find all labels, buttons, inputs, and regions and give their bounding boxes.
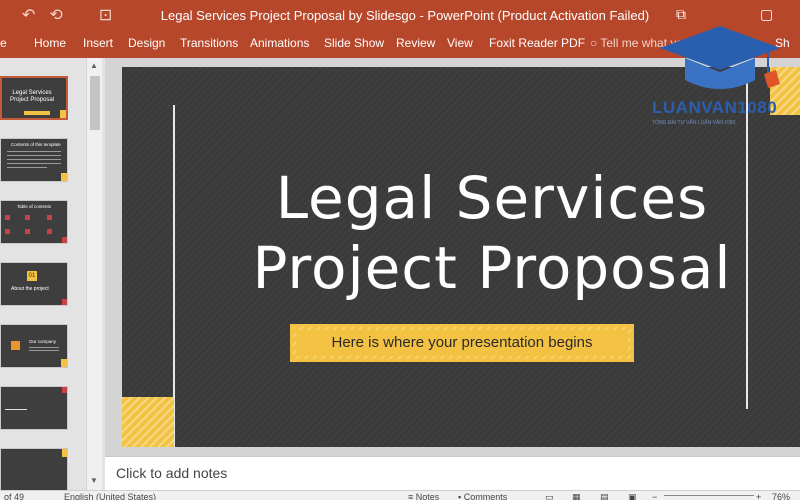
slide-title[interactable]: Legal Services Project Proposal <box>182 163 800 303</box>
slide-thumbnail-4[interactable]: 01 About the project <box>0 262 68 306</box>
reading-view-icon[interactable]: ▤ <box>600 492 609 500</box>
thumbnail-badge: 01 <box>27 271 37 281</box>
powerpoint-window: ↶ ⟲ ⊡ Legal Services Project Proposal by… <box>0 0 800 500</box>
thumbnail-text-line <box>7 167 47 168</box>
thumbnail-text-line <box>7 151 61 152</box>
scroll-up-icon[interactable]: ▲ <box>90 61 98 70</box>
thumbnail-marker <box>5 215 10 220</box>
slide-thumbnail-6[interactable] <box>0 386 68 430</box>
thumbnail-accent <box>62 387 67 393</box>
tab-view[interactable]: View <box>447 36 473 50</box>
slideshow-view-icon[interactable]: ▣ <box>628 492 637 500</box>
thumbnail-marker <box>47 215 52 220</box>
thumbnail-title: Legal Services Project Proposal <box>9 90 55 103</box>
zoom-out-icon[interactable]: − <box>652 492 657 500</box>
normal-view-icon[interactable]: ▭ <box>545 492 554 500</box>
thumbnail-title: Our company <box>29 339 57 344</box>
comments-toggle[interactable]: ▪ Comments <box>458 492 507 500</box>
tab-slide-show[interactable]: Slide Show <box>324 36 384 50</box>
tab-home[interactable]: Home <box>34 36 66 50</box>
thumbnail-accent <box>62 449 67 457</box>
thumbnail-text-line <box>29 347 59 348</box>
slide-thumbnail-1[interactable]: Legal Services Project Proposal <box>0 76 68 120</box>
tab-foxit-reader-pdf[interactable]: Foxit Reader PDF <box>489 36 585 50</box>
zoom-level[interactable]: 76% <box>772 492 790 500</box>
slide-thumbnail-5[interactable]: Our company <box>0 324 68 368</box>
thumbnail-text-line <box>7 159 61 160</box>
thumbnail-title: Table of contents <box>17 204 52 209</box>
thumbnail-accent <box>61 173 67 181</box>
thumbnail-accent <box>60 110 66 118</box>
lightbulb-icon: ○ <box>590 36 601 50</box>
watermark-brand: LUANVAN1080 <box>652 98 778 117</box>
slide-subtitle: Here is where your presentation begins <box>296 330 628 356</box>
zoom-in-icon[interactable]: + <box>756 492 761 500</box>
slide-corner-accent-bottom-left <box>122 397 174 447</box>
thumbnail-accent <box>62 237 67 243</box>
thumbnail-title: Contents of this template <box>11 142 61 147</box>
notes-toggle[interactable]: ≡ Notes <box>408 492 439 500</box>
thumbnail-marker <box>5 229 10 234</box>
thumbnail-text-line <box>5 409 27 410</box>
watermark-logo: LUANVAN1080 TỔNG ĐÀI TƯ VẤN LUẬN VĂN 108… <box>640 18 800 143</box>
notes-placeholder: Click to add notes <box>116 465 228 481</box>
thumbnail-subtitle-bar <box>24 111 50 115</box>
scroll-down-icon[interactable]: ▼ <box>90 476 98 485</box>
thumbnail-text-line <box>29 350 59 351</box>
language-indicator[interactable]: English (United States) <box>64 492 156 500</box>
thumbnail-marker <box>25 215 30 220</box>
tab-animations[interactable]: Animations <box>250 36 309 50</box>
slide-subtitle-box[interactable]: Here is where your presentation begins <box>290 324 634 362</box>
thumbnail-accent <box>62 299 67 305</box>
thumbnail-marker <box>25 229 30 234</box>
tab-file[interactable]: e <box>0 36 7 50</box>
slide-title-line-1: Legal Services <box>275 164 709 232</box>
slide-sorter-icon[interactable]: ▦ <box>572 492 581 500</box>
slide-left-rule <box>173 105 175 447</box>
slide-count: of 49 <box>4 492 25 500</box>
slide-title-line-2: Project Proposal <box>252 234 732 302</box>
graduation-cap-icon <box>660 26 780 89</box>
status-bar: of 49 English (United States) ≡ Notes ▪ … <box>0 490 800 500</box>
tab-review[interactable]: Review <box>396 36 435 50</box>
slide-thumbnail-7[interactable] <box>0 448 68 490</box>
notes-label: Notes <box>415 492 440 500</box>
tab-design[interactable]: Design <box>128 36 165 50</box>
scrollbar-thumb[interactable] <box>90 76 100 130</box>
zoom-slider[interactable] <box>664 495 754 496</box>
slide-thumbnail-2[interactable]: Contents of this template <box>0 138 68 182</box>
thumbnail-accent <box>61 359 67 367</box>
thumbnail-image <box>11 341 20 350</box>
thumbnail-title: About the project <box>11 286 49 292</box>
notes-pane[interactable]: Click to add notes <box>105 456 800 490</box>
comments-label: Comments <box>463 492 508 500</box>
tab-insert[interactable]: Insert <box>83 36 113 50</box>
thumbnail-scrollbar[interactable]: ▲ ▼ <box>86 58 102 490</box>
watermark-tagline: TỔNG ĐÀI TƯ VẤN LUẬN VĂN 1080 <box>652 120 736 126</box>
thumbnail-marker <box>47 229 52 234</box>
tab-transitions[interactable]: Transitions <box>180 36 238 50</box>
thumbnail-text-line <box>7 155 61 156</box>
thumbnail-text-line <box>7 163 61 164</box>
slide-thumbnail-3[interactable]: Table of contents <box>0 200 68 244</box>
